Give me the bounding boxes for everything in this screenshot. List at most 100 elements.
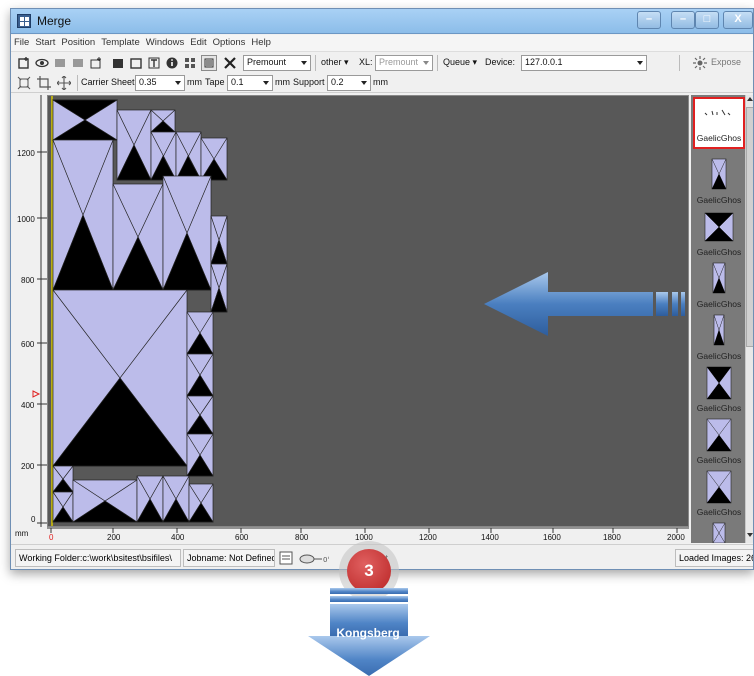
grid-icon[interactable] — [183, 56, 197, 70]
image-tile[interactable] — [175, 131, 202, 181]
job-settings-icon[interactable] — [279, 551, 293, 565]
menu-position[interactable]: Position — [58, 35, 98, 50]
thumbnail-item-partial[interactable] — [695, 521, 743, 544]
image-tile[interactable] — [162, 475, 190, 523]
x-tick-0: 0 — [49, 533, 54, 542]
image-tile[interactable] — [200, 137, 228, 181]
menu-template[interactable]: Template — [98, 35, 143, 50]
image-tile[interactable] — [210, 263, 228, 313]
minimize-inner-button[interactable]: – — [671, 11, 695, 29]
maximize-button[interactable]: □ — [695, 11, 719, 29]
mode-select-value: Premount — [247, 57, 287, 67]
fit-icon[interactable] — [17, 76, 31, 90]
menu-options[interactable]: Options — [210, 35, 249, 50]
image-tile[interactable] — [150, 131, 177, 181]
support-label: Support — [293, 77, 325, 87]
image-tile[interactable] — [188, 483, 214, 523]
thumbnail-image — [712, 262, 726, 294]
expose-icon[interactable] — [693, 56, 707, 70]
thumbnail-caption: GaelicGhos — [696, 133, 742, 143]
main-toolbar: Premount other ▾ XL: Premount Queue ▾ De… — [11, 51, 753, 73]
layout-a-icon[interactable] — [53, 56, 67, 70]
image-tile[interactable] — [52, 491, 74, 523]
scroll-up-icon[interactable] — [747, 97, 753, 101]
queue-dropdown[interactable]: Queue ▾ — [443, 57, 477, 68]
image-tile[interactable] — [186, 433, 214, 477]
app-icon — [17, 14, 31, 28]
tools-icon[interactable] — [223, 56, 237, 70]
thumbnail-caption: GaelicGhos — [696, 351, 742, 361]
window-title: Merge — [37, 14, 72, 28]
thumbnail-item[interactable]: GaelicGhos — [695, 157, 743, 207]
y-tick-400: 400 — [21, 401, 35, 410]
thumbnail-item-selected[interactable]: GaelicGhos — [693, 97, 745, 149]
add-image-icon[interactable] — [89, 56, 103, 70]
image-tile[interactable] — [136, 475, 164, 523]
thumbnail-item[interactable]: GaelicGhos — [695, 365, 743, 415]
device-select[interactable]: 127.0.0.1 — [521, 55, 647, 71]
carrier-sheet-select[interactable]: 0.35 — [135, 75, 185, 91]
x-tick-400: 400 — [171, 533, 185, 542]
image-tile[interactable] — [186, 311, 214, 355]
mode-select[interactable]: Premount — [243, 55, 311, 71]
image-tile[interactable] — [186, 353, 214, 397]
image-tile[interactable] — [52, 139, 114, 291]
menu-file[interactable]: File — [11, 35, 32, 50]
layout-canvas[interactable] — [47, 95, 689, 527]
step-number: 3 — [347, 549, 391, 593]
x-tick-1600: 1600 — [543, 533, 561, 542]
device-label: Device: — [485, 57, 516, 67]
left-arrow-annotation — [484, 272, 685, 336]
image-tile[interactable] — [52, 465, 74, 493]
frame-icon[interactable] — [129, 56, 143, 70]
scroll-down-icon[interactable] — [747, 533, 753, 537]
expose-label[interactable]: Expose — [711, 57, 741, 67]
thumbnail-item[interactable]: GaelicGhos — [695, 261, 743, 311]
scroll-thumb[interactable] — [746, 107, 753, 347]
thumbnail-item[interactable]: GaelicGhos — [695, 469, 743, 519]
image-tile[interactable] — [162, 175, 212, 291]
menu-windows[interactable]: Windows — [143, 35, 188, 50]
image-tile[interactable] — [150, 109, 176, 133]
thumbnail-item[interactable]: GaelicGhos — [695, 313, 743, 363]
text-icon[interactable] — [147, 56, 161, 70]
crop-icon[interactable] — [37, 76, 51, 90]
x-tick-200: 200 — [107, 533, 121, 542]
image-tile[interactable] — [112, 183, 164, 291]
xl-select[interactable]: Premount — [375, 55, 433, 71]
thumbnail-caption: GaelicGhos — [696, 455, 742, 465]
thumbnail-scrollbar[interactable] — [745, 95, 753, 543]
image-tile[interactable] — [116, 109, 152, 181]
tape-roll-icon[interactable]: 0° — [299, 551, 329, 565]
carrier-sheet-label: Carrier Sheet — [81, 77, 135, 87]
thumbnail-caption: GaelicGhos — [696, 507, 742, 517]
menu-start[interactable]: Start — [32, 35, 58, 50]
image-tile[interactable] — [71, 479, 139, 523]
fill-icon[interactable] — [111, 56, 125, 70]
layers-icon[interactable] — [201, 55, 217, 71]
image-tile[interactable] — [186, 395, 214, 435]
x-tick-600: 600 — [235, 533, 249, 542]
layout-b-icon[interactable] — [71, 56, 85, 70]
thumbnail-image — [706, 366, 732, 400]
thumbnail-item[interactable]: GaelicGhos — [695, 209, 743, 259]
image-tile[interactable] — [210, 215, 228, 265]
image-tile[interactable] — [52, 289, 188, 467]
preview-eye-icon[interactable] — [35, 56, 49, 70]
new-layout-icon[interactable] — [17, 56, 31, 70]
tape-label: Tape — [205, 77, 225, 87]
tape-select[interactable]: 0.1 — [227, 75, 273, 91]
image-tile[interactable] — [51, 99, 119, 141]
x-tick-1800: 1800 — [603, 533, 621, 542]
menu-edit[interactable]: Edit — [187, 35, 209, 50]
support-select[interactable]: 0.2 — [327, 75, 371, 91]
queue-label: Queue — [443, 57, 471, 67]
info-icon[interactable] — [165, 56, 179, 70]
menu-help[interactable]: Help — [248, 35, 274, 50]
move-icon[interactable] — [57, 76, 71, 90]
other-dropdown[interactable]: other ▾ — [321, 57, 349, 68]
ruler-unit: mm — [15, 529, 29, 538]
close-button[interactable]: X — [723, 11, 753, 29]
minimize-button[interactable]: – — [637, 11, 661, 29]
thumbnail-item[interactable]: GaelicGhos — [695, 417, 743, 467]
